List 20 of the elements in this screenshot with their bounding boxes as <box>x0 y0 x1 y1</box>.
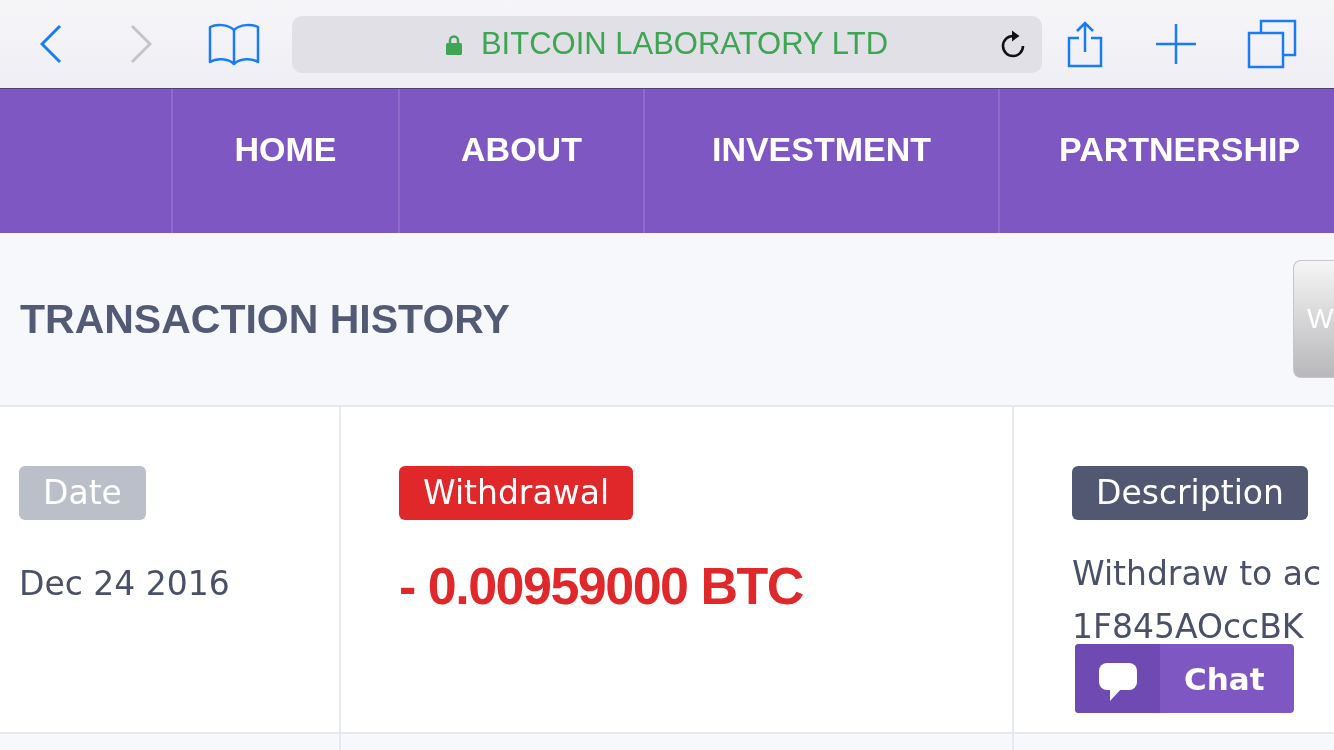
amount-text: - 0.00959000 BTC <box>399 556 803 616</box>
plus-icon[interactable] <box>1155 23 1197 65</box>
field-label: Description <box>1072 466 1308 520</box>
chat-button[interactable]: Chat <box>1075 644 1294 713</box>
lock-icon <box>445 33 462 55</box>
site-name: BITCOIN LABORATORY LTD <box>480 26 889 62</box>
nav-link[interactable]: ABOUT <box>398 89 643 233</box>
field-label: Withdrawal <box>399 466 634 520</box>
date-text: Dec 24 2016 <box>19 563 230 605</box>
reload-icon[interactable] <box>1000 30 1026 58</box>
field-label: Date <box>19 466 146 520</box>
nav-link[interactable]: PARTNERSHIP <box>998 89 1334 233</box>
book-icon[interactable] <box>208 22 260 66</box>
speech-bubble-icon <box>1075 644 1160 713</box>
share-icon[interactable] <box>1066 20 1104 68</box>
back-icon[interactable] <box>40 24 62 64</box>
nav-link[interactable]: HOME <box>171 89 398 233</box>
nav-link[interactable]: INVESTMENT <box>643 89 998 233</box>
page-title: TRANSACTION HISTORY <box>20 295 510 343</box>
tabs-icon[interactable] <box>1247 19 1297 69</box>
